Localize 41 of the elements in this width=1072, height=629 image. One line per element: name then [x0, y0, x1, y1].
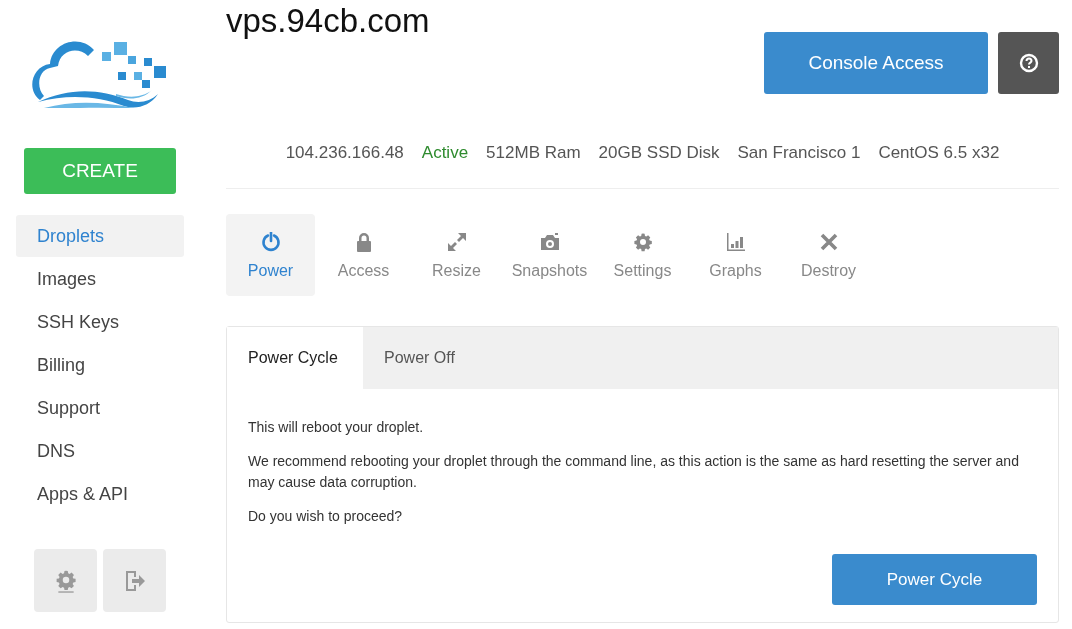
console-access-button[interactable]: Console Access: [764, 32, 988, 94]
paragraph: This will reboot your droplet.: [248, 418, 425, 437]
settings-icon: [54, 568, 77, 593]
camera-icon: [539, 232, 560, 252]
action-tab[interactable]: Resize: [412, 214, 501, 296]
droplet-title: vps.94cb.com: [226, 2, 431, 40]
nav-item[interactable]: Images: [16, 258, 184, 300]
nav-item[interactable]: Billing: [16, 344, 184, 386]
nav-item[interactable]: Droplets: [16, 215, 184, 257]
info-text: 104.236.166.48: [285, 143, 404, 163]
action-tab[interactable]: Destroy: [784, 214, 873, 296]
nav-item[interactable]: SSH Keys: [16, 301, 184, 343]
panel-tab[interactable]: Power Cycle: [227, 327, 363, 389]
create-button[interactable]: CREATE: [24, 148, 176, 194]
action-tab[interactable]: Snapshots: [505, 214, 594, 296]
logout-button[interactable]: [103, 549, 166, 612]
help-button[interactable]: [998, 32, 1059, 94]
info-text: 20GB SSD Disk: [598, 143, 720, 163]
help-icon: [1018, 53, 1039, 73]
power-cycle-button[interactable]: Power Cycle: [832, 554, 1037, 605]
resize-arrows-icon: [446, 232, 467, 252]
logout-icon: [123, 569, 146, 592]
action-tab[interactable]: Access: [319, 214, 408, 296]
action-tab[interactable]: Power: [226, 214, 315, 296]
settings-button[interactable]: [34, 549, 97, 612]
action-tab[interactable]: Graphs: [691, 214, 780, 296]
settings-icon: [632, 232, 653, 252]
bar-chart-icon: [725, 232, 746, 252]
nav-item[interactable]: Apps & API: [16, 473, 184, 515]
power-icon: [260, 232, 281, 252]
close-icon: [818, 232, 839, 252]
info-text: CentOS 6.5 x32: [878, 143, 1000, 163]
nav-item[interactable]: Support: [16, 387, 184, 429]
nav-item[interactable]: DNS: [16, 430, 184, 472]
status-text: Active: [421, 143, 469, 163]
paragraph: We recommend rebooting your droplet through the command line, as this action is the same as hard resetting the server and may cause data corruption.: [248, 452, 1020, 492]
paragraph: Do you wish to proceed?: [248, 507, 404, 526]
info-text: San Francisco 1: [737, 143, 861, 163]
panel-tab[interactable]: Power Off: [363, 327, 499, 389]
action-tab[interactable]: Settings: [598, 214, 687, 296]
info-text: 512MB Ram: [486, 143, 581, 163]
